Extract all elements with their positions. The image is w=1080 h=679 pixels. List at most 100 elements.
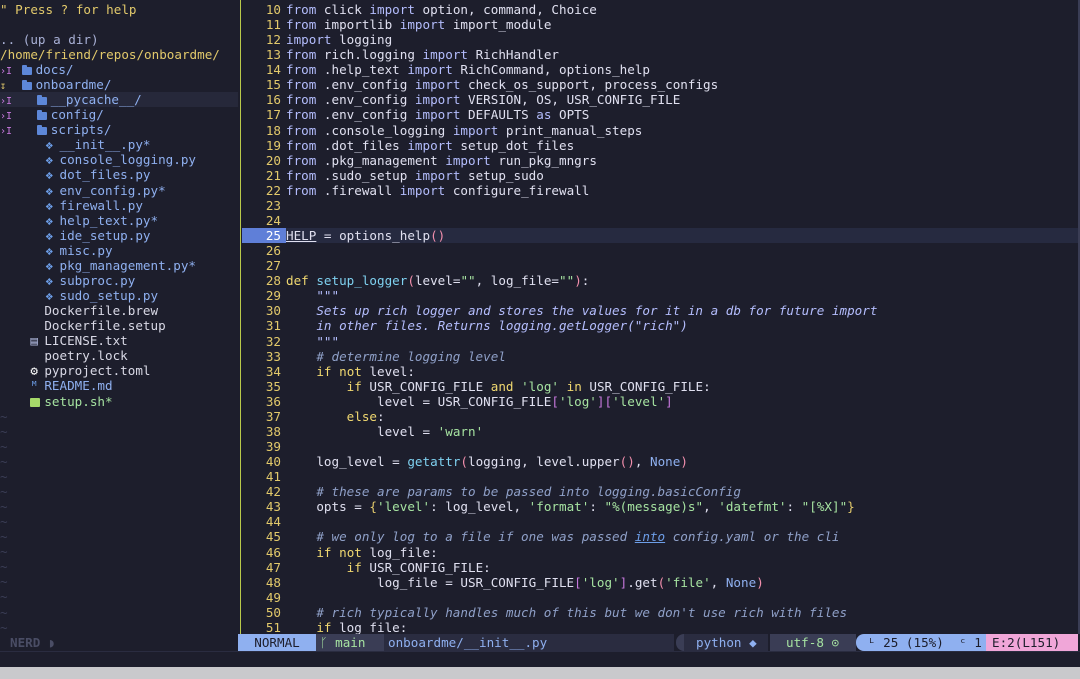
- line-number: 45: [265, 529, 281, 545]
- code-line[interactable]: 36 level = USR_CONFIG_FILE['log']['level…: [242, 394, 1078, 409]
- tree-item[interactable]: ❖ sudo_setup.py: [0, 288, 238, 303]
- code-line[interactable]: 14 from .help_text import RichCommand, op…: [242, 62, 1078, 77]
- code-line[interactable]: 33 # determine logging level: [242, 349, 1078, 364]
- tree-item[interactable]: ❖ misc.py: [0, 243, 238, 258]
- code-line[interactable]: 23: [242, 198, 1078, 213]
- code-line[interactable]: 24: [242, 213, 1078, 228]
- tree-item[interactable]: ❖ __init__.py*: [0, 137, 238, 152]
- line-number: 36: [265, 393, 281, 409]
- tree-item[interactable]: ›I __pycache__/: [0, 92, 238, 108]
- tree-item[interactable]: Dockerfile.setup: [0, 318, 238, 333]
- line-number: 18: [265, 122, 281, 138]
- tree-item[interactable]: ❖ console_logging.py: [0, 152, 238, 167]
- config-file-icon: ⚙: [30, 363, 38, 379]
- line-number: 39: [265, 439, 281, 455]
- tree-item[interactable]: poetry.lock: [0, 348, 238, 363]
- line-number: 28: [265, 273, 281, 289]
- code-line[interactable]: 25 HELP = options_help(): [242, 228, 1078, 244]
- tree-item[interactable]: setup.sh*: [0, 394, 238, 409]
- tree-item-label: __init__.py*: [59, 137, 151, 153]
- code-line[interactable]: 18 from .console_logging import print_man…: [242, 123, 1078, 138]
- code-line[interactable]: 51 if log_file:: [242, 620, 1078, 634]
- code-line[interactable]: 42 # these are params to be passed into …: [242, 484, 1078, 499]
- python-file-icon: ❖: [45, 137, 54, 153]
- code-line[interactable]: 35 if USR_CONFIG_FILE and 'log' in USR_C…: [242, 379, 1078, 394]
- code-line[interactable]: 21 from .sudo_setup import setup_sudo: [242, 168, 1078, 183]
- code-text: from .dot_files import setup_dot_files: [286, 137, 575, 153]
- code-text: if log_file:: [316, 619, 408, 634]
- code-line[interactable]: 16 from .env_config import VERSION, OS, U…: [242, 92, 1078, 107]
- code-line[interactable]: 19 from .dot_files import setup_dot_files: [242, 138, 1078, 153]
- code-line[interactable]: 45 # we only log to a file if one was pa…: [242, 529, 1078, 544]
- code-text: def setup_logger(level="", log_file=""):: [286, 273, 590, 289]
- diagnostics-errors[interactable]: E:2(L151): [986, 634, 1078, 651]
- tree-item[interactable]: ❖ pkg_management.py*: [0, 258, 238, 273]
- code-line[interactable]: 34 if not level:: [242, 364, 1078, 379]
- code-line[interactable]: 20 from .pkg_management import run_pkg_mn…: [242, 153, 1078, 168]
- file-icon: [30, 318, 44, 333]
- tree-item[interactable]: ᴹ README.md: [0, 378, 238, 393]
- code-line[interactable]: 38 level = 'warn': [242, 424, 1078, 439]
- tree-item[interactable]: ❖ dot_files.py: [0, 167, 238, 182]
- command-line[interactable]: [0, 651, 1080, 679]
- tree-item[interactable]: ›I docs/: [0, 62, 238, 77]
- code-line[interactable]: 29 """: [242, 288, 1078, 303]
- line-number: 47: [265, 559, 281, 575]
- code-line[interactable]: 50 # rich typically handles much of this…: [242, 605, 1078, 620]
- code-line[interactable]: 44: [242, 514, 1078, 529]
- code-line[interactable]: 11 from importlib import import_module: [242, 17, 1078, 32]
- tree-item[interactable]: Dockerfile.brew: [0, 303, 238, 318]
- tree-item[interactable]: ▤ LICENSE.txt: [0, 333, 238, 348]
- tree-item[interactable]: ❖ env_config.py*: [0, 183, 238, 198]
- code-text: opts = {'level': log_level, 'format': "%…: [286, 499, 855, 515]
- tree-item[interactable]: ›I config/: [0, 107, 238, 122]
- window-bottom-edge: [0, 667, 1080, 679]
- code-line[interactable]: 39: [242, 439, 1078, 454]
- code-line[interactable]: 49: [242, 590, 1078, 605]
- code-line[interactable]: 15 from .env_config import check_os_suppo…: [242, 77, 1078, 92]
- code-line[interactable]: 17 from .env_config import DEFAULTS as OP…: [242, 107, 1078, 122]
- code-line[interactable]: 27: [242, 258, 1078, 273]
- code-line[interactable]: 31 in other files. Returns logging.getLo…: [242, 318, 1078, 333]
- tree-item-label: subproc.py: [59, 272, 136, 288]
- tree-item-label: onboardme/: [35, 77, 112, 93]
- code-line[interactable]: 41: [242, 469, 1078, 484]
- code-line[interactable]: 40 log_level = getattr(logging, level.up…: [242, 454, 1078, 469]
- code-text: """: [286, 333, 340, 349]
- python-file-icon: ❖: [45, 167, 54, 183]
- tree-item[interactable]: ❖ ide_setup.py: [0, 228, 238, 243]
- code-editor[interactable]: 10 from click import option, command, Cho…: [242, 0, 1078, 634]
- code-line[interactable]: 37 else:: [242, 409, 1078, 424]
- line-number: 49: [265, 589, 281, 605]
- line-number: 48: [265, 574, 281, 590]
- tree-item[interactable]: ❖ subproc.py: [0, 273, 238, 288]
- code-line[interactable]: 26: [242, 243, 1078, 258]
- code-text: Sets up rich logger and stores the value…: [286, 303, 878, 319]
- line-number: 21: [265, 167, 281, 183]
- tree-item-label: env_config.py*: [59, 182, 166, 198]
- code-line[interactable]: 12 import logging: [242, 32, 1078, 47]
- code-line[interactable]: 47 if USR_CONFIG_FILE:: [242, 560, 1078, 575]
- code-line[interactable]: 46 if not log_file:: [242, 545, 1078, 560]
- code-line[interactable]: 43 opts = {'level': log_level, 'format':…: [242, 499, 1078, 514]
- line-number: 30: [265, 303, 281, 319]
- tree-item[interactable]: ❖ help_text.py*: [0, 213, 238, 228]
- line-number: 11: [265, 17, 281, 33]
- empty-line-tilde: ~: [0, 499, 8, 515]
- code-line[interactable]: 32 """: [242, 334, 1078, 349]
- tree-item-label: LICENSE.txt: [44, 333, 128, 349]
- code-line[interactable]: 22 from .firewall import configure_firewa…: [242, 183, 1078, 198]
- code-line[interactable]: 28 def setup_logger(level="", log_file=""…: [242, 273, 1078, 288]
- code-line[interactable]: 13 from rich.logging import RichHandler: [242, 47, 1078, 62]
- code-line[interactable]: 10 from click import option, command, Cho…: [242, 2, 1078, 17]
- tree-up-dir[interactable]: .. (up a dir): [0, 32, 238, 47]
- tree-item[interactable]: ›I scripts/: [0, 122, 238, 137]
- code-line[interactable]: 48 log_file = USR_CONFIG_FILE['log'].get…: [242, 575, 1078, 590]
- tree-item[interactable]: ❖ firewall.py: [0, 198, 238, 213]
- tree-item[interactable]: ⚙ pyproject.toml: [0, 363, 238, 378]
- code-line[interactable]: 30 Sets up rich logger and stores the va…: [242, 303, 1078, 318]
- tree-item[interactable]: ↧ onboardme/: [0, 77, 238, 92]
